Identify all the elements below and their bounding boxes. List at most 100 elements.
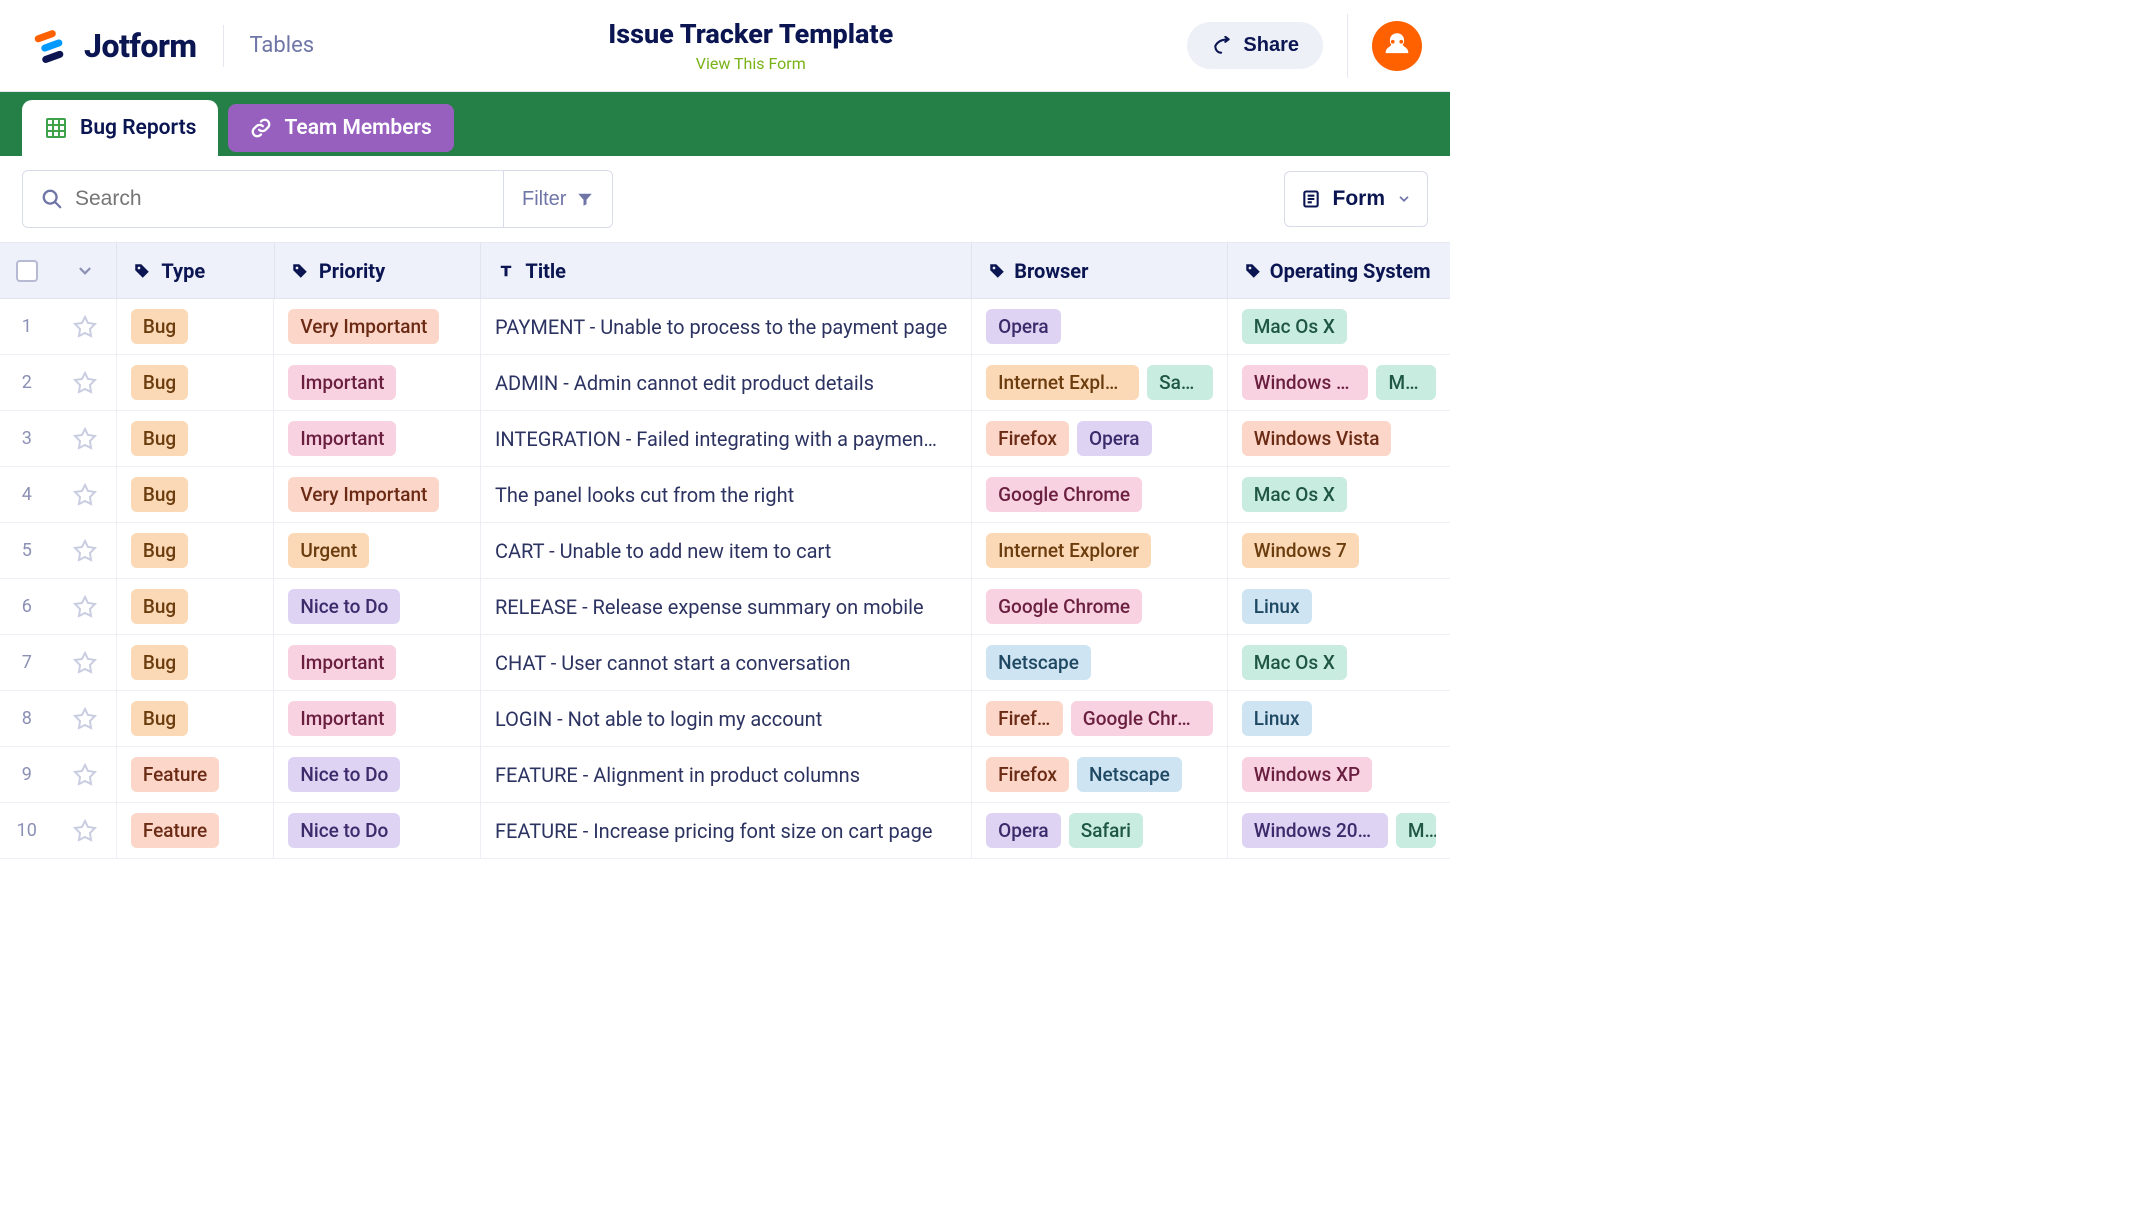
page-title: Issue Tracker Template <box>314 18 1187 50</box>
cell-priority[interactable]: Nice to Do <box>274 579 481 634</box>
table-row[interactable]: 9 FeatureNice to DoFEATURE - Alignment in… <box>0 747 1450 803</box>
cell-browser[interactable]: Opera <box>972 299 1228 354</box>
share-button[interactable]: Share <box>1187 22 1323 69</box>
cell-browser[interactable]: Netscape <box>972 635 1228 690</box>
cell-os[interactable]: Mac Os X <box>1228 467 1450 522</box>
cell-browser[interactable]: Internet Explorer <box>972 523 1228 578</box>
col-priority[interactable]: Priority <box>275 243 482 298</box>
table-row[interactable]: 10FeatureNice to DoFEATURE - Increase pr… <box>0 803 1450 859</box>
cell-type[interactable]: Bug <box>117 691 275 746</box>
cell-title[interactable]: RELEASE - Release expense summary on mob… <box>481 579 972 634</box>
cell-os[interactable]: Mac Os X <box>1228 299 1450 354</box>
avatar[interactable] <box>1372 21 1422 71</box>
cell-os[interactable]: Mac Os X <box>1228 635 1450 690</box>
cell-type[interactable]: Bug <box>117 299 275 354</box>
cell-priority[interactable]: Very Important <box>274 299 481 354</box>
cell-os[interactable]: Windows XP <box>1228 747 1450 802</box>
cell-type[interactable]: Bug <box>117 411 275 466</box>
cell-browser[interactable]: Internet ExplorerSafar <box>972 355 1228 410</box>
tab-bug-reports[interactable]: Bug Reports <box>22 100 218 156</box>
cell-type[interactable]: Bug <box>117 523 275 578</box>
cell-title[interactable]: LOGIN - Not able to login my account <box>481 691 972 746</box>
col-browser[interactable]: Browser <box>972 243 1228 298</box>
star-icon <box>73 651 97 675</box>
cell-title[interactable]: ADMIN - Admin cannot edit product detail… <box>481 355 972 410</box>
search-box[interactable] <box>23 171 503 227</box>
cell-type[interactable]: Bug <box>117 635 275 690</box>
cell-browser[interactable]: OperaSafari <box>972 803 1228 858</box>
cell-type[interactable]: Feature <box>117 803 275 858</box>
cell-os[interactable]: Linux <box>1228 691 1450 746</box>
priority-pill: Very Important <box>288 477 439 512</box>
tag-icon <box>988 262 1006 280</box>
cell-priority[interactable]: Important <box>274 355 481 410</box>
cell-os[interactable]: Windows 2000M <box>1228 803 1450 858</box>
cell-title[interactable]: FEATURE - Alignment in product columns <box>481 747 972 802</box>
cell-type[interactable]: Bug <box>117 467 275 522</box>
expand-header[interactable] <box>54 243 117 298</box>
col-title[interactable]: Title <box>481 243 972 298</box>
os-pill: Windows 2000 <box>1242 813 1388 848</box>
filter-button[interactable]: Filter <box>503 171 612 227</box>
search-input[interactable] <box>75 187 485 211</box>
view-form-link[interactable]: View This Form <box>696 54 806 73</box>
table-row[interactable]: 7 Bug ImportantCHAT - User cannot start a … <box>0 635 1450 691</box>
table-row[interactable]: 8BugImportantLOGIN - Not able to login m… <box>0 691 1450 747</box>
star-button[interactable] <box>54 691 117 746</box>
browser-pill: Netscape <box>986 645 1091 680</box>
table-row[interactable]: 4BugVery ImportantThe panel looks cut fr… <box>0 467 1450 523</box>
cell-browser[interactable]: Google Chrome <box>972 467 1228 522</box>
cell-browser[interactable]: FirefoxNetscape <box>972 747 1228 802</box>
cell-priority[interactable]: Important <box>274 691 481 746</box>
form-button[interactable]: Form <box>1284 171 1429 227</box>
cell-title[interactable]: INTEGRATION - Failed integrating with a … <box>481 411 972 466</box>
cell-title[interactable]: FEATURE - Increase pricing font size on … <box>481 803 972 858</box>
cell-browser[interactable]: FirefoxGoogle Chrome <box>972 691 1228 746</box>
logo[interactable]: Jotform <box>32 26 197 66</box>
os-pill: Linux <box>1242 589 1312 624</box>
cell-priority[interactable]: Very Important <box>274 467 481 522</box>
cell-priority[interactable]: Nice to Do <box>274 803 481 858</box>
table-row[interactable]: 2BugImportantADMIN - Admin cannot edit p… <box>0 355 1450 411</box>
cell-type[interactable]: Bug <box>117 355 275 410</box>
cell-priority[interactable]: Important <box>274 635 481 690</box>
star-button[interactable] <box>54 579 117 634</box>
col-os[interactable]: Operating System <box>1228 243 1450 298</box>
select-all-cell[interactable] <box>0 243 54 298</box>
cell-os[interactable]: Linux <box>1228 579 1450 634</box>
star-button[interactable] <box>54 411 117 466</box>
checkbox-icon[interactable] <box>16 260 38 282</box>
row-index: 9 <box>0 747 54 802</box>
cell-os[interactable]: Windows Vista <box>1228 411 1450 466</box>
section-label[interactable]: Tables <box>250 33 315 58</box>
star-button[interactable] <box>54 635 117 690</box>
cell-title[interactable]: PAYMENT - Unable to process to the payme… <box>481 299 972 354</box>
table-row[interactable]: 3BugImportantINTEGRATION - Failed integr… <box>0 411 1450 467</box>
cell-title[interactable]: CART - Unable to add new item to cart <box>481 523 972 578</box>
star-button[interactable] <box>54 299 117 354</box>
star-button[interactable] <box>54 467 117 522</box>
table-row[interactable]: 5BugUrgentCART - Unable to add new item … <box>0 523 1450 579</box>
table-row[interactable]: 6BugNice to DoRELEASE - Release expense … <box>0 579 1450 635</box>
cell-type[interactable]: Feature <box>117 747 275 802</box>
star-button[interactable] <box>54 523 117 578</box>
type-pill: Bug <box>131 701 188 736</box>
star-button[interactable] <box>54 803 117 858</box>
tab-team-members[interactable]: Team Members <box>228 104 453 152</box>
star-button[interactable] <box>54 747 117 802</box>
cell-title[interactable]: The panel looks cut from the right <box>481 467 972 522</box>
cell-title[interactable]: CHAT - User cannot start a conversation <box>481 635 972 690</box>
type-pill: Bug <box>131 645 188 680</box>
row-index: 7 <box>0 635 54 690</box>
cell-type[interactable]: Bug <box>117 579 275 634</box>
cell-priority[interactable]: Nice to Do <box>274 747 481 802</box>
col-type[interactable]: Type <box>117 243 275 298</box>
cell-os[interactable]: Windows 7 <box>1228 523 1450 578</box>
cell-browser[interactable]: FirefoxOpera <box>972 411 1228 466</box>
cell-browser[interactable]: Google Chrome <box>972 579 1228 634</box>
table-row[interactable]: 1BugVery ImportantPAYMENT - Unable to pr… <box>0 299 1450 355</box>
cell-os[interactable]: Windows XPMac <box>1228 355 1450 410</box>
star-button[interactable] <box>54 355 117 410</box>
cell-priority[interactable]: Important <box>274 411 481 466</box>
cell-priority[interactable]: Urgent <box>274 523 481 578</box>
